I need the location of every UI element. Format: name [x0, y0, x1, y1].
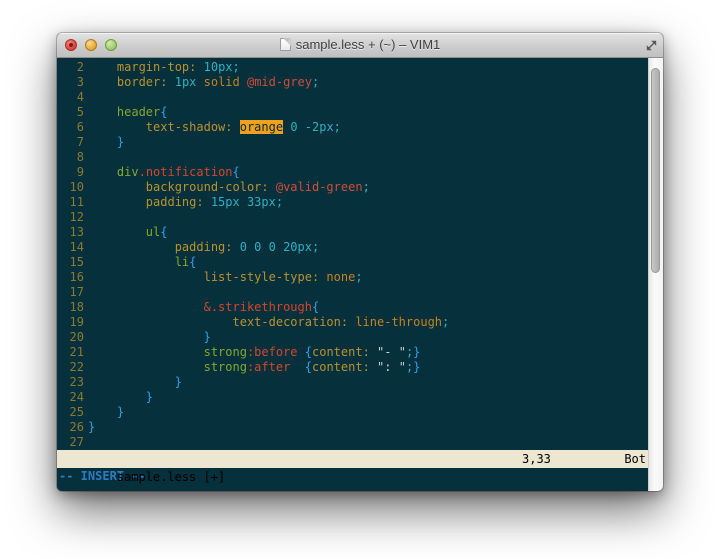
line-number: 6 — [57, 120, 84, 135]
code-text: border: 1px solid @mid-grey; — [84, 75, 319, 90]
code-line: 15 li{ — [57, 255, 648, 270]
code-line: 2 margin-top: 10px; — [57, 60, 648, 75]
line-number: 10 — [57, 180, 84, 195]
code-line: 22 strong:after {content: ": ";} — [57, 360, 648, 375]
line-number: 8 — [57, 150, 84, 165]
code-line: 5 header{ — [57, 105, 648, 120]
code-text: padding: 15px 33px; — [84, 195, 283, 210]
code-line: 10 background-color: @valid-green; — [57, 180, 648, 195]
line-number: 9 — [57, 165, 84, 180]
code-line: 13 ul{ — [57, 225, 648, 240]
line-number: 12 — [57, 210, 84, 225]
line-number: 21 — [57, 345, 84, 360]
minimize-button[interactable] — [85, 39, 97, 51]
code-text: header{ — [84, 105, 168, 120]
code-line: 16 list-style-type: none; — [57, 270, 648, 285]
code-text: text-decoration: line-through; — [84, 315, 449, 330]
line-number: 5 — [57, 105, 84, 120]
line-number: 26 — [57, 420, 84, 435]
code-text: text-shadow: orange 0 -2px; — [84, 120, 341, 135]
code-text: } — [84, 405, 124, 420]
line-number: 16 — [57, 270, 84, 285]
code-text: div.notification{ — [84, 165, 240, 180]
statusline-ruler: 3,33 — [522, 450, 551, 468]
code-line: 12 — [57, 210, 648, 225]
code-line: 27 — [57, 435, 648, 450]
vim-statusline: sample.less [+] 3,33 Bot — [57, 450, 648, 468]
line-number: 3 — [57, 75, 84, 90]
code-line: 9 div.notification{ — [57, 165, 648, 180]
statusline-scroll-position: Bot — [624, 450, 646, 468]
statusline-filename: sample.less [+] — [117, 470, 225, 484]
line-number: 25 — [57, 405, 84, 420]
line-number: 11 — [57, 195, 84, 210]
line-number: 22 — [57, 360, 84, 375]
code-text: strong:before {content: "- ";} — [84, 345, 420, 360]
code-text: strong:after {content: ": ";} — [84, 360, 420, 375]
code-text: &.strikethrough{ — [84, 300, 319, 315]
code-text: ul{ — [84, 225, 167, 240]
window-titlebar[interactable]: sample.less + (~) – VIM1 — [57, 33, 663, 58]
titlebar-center: sample.less + (~) – VIM1 — [57, 33, 663, 56]
window-content: 2 margin-top: 10px;3 border: 1px solid @… — [57, 58, 663, 491]
line-number: 24 — [57, 390, 84, 405]
code-line: 3 border: 1px solid @mid-grey; — [57, 75, 648, 90]
traffic-lights — [65, 39, 117, 51]
code-line: 11 padding: 15px 33px; — [57, 195, 648, 210]
code-line: 4 — [57, 90, 648, 105]
line-number: 2 — [57, 60, 84, 75]
code-line: 18 &.strikethrough{ — [57, 300, 648, 315]
line-number: 7 — [57, 135, 84, 150]
fullscreen-icon[interactable] — [646, 40, 657, 51]
code-line: 19 text-decoration: line-through; — [57, 315, 648, 330]
line-number: 18 — [57, 300, 84, 315]
close-button[interactable] — [65, 39, 77, 51]
line-number: 19 — [57, 315, 84, 330]
document-icon — [280, 38, 291, 51]
code-text: margin-top: 10px; — [84, 60, 240, 75]
scrollbar-track[interactable] — [648, 58, 663, 491]
code-area[interactable]: 2 margin-top: 10px;3 border: 1px solid @… — [57, 58, 648, 450]
code-line: 14 padding: 0 0 0 20px; — [57, 240, 648, 255]
line-number: 14 — [57, 240, 84, 255]
line-number: 4 — [57, 90, 84, 105]
code-text — [84, 285, 88, 300]
code-line: 20 } — [57, 330, 648, 345]
code-text: } — [84, 420, 95, 435]
code-line: 6 text-shadow: orange 0 -2px; — [57, 120, 648, 135]
code-text: } — [84, 330, 211, 345]
code-line: 23 } — [57, 375, 648, 390]
macvim-window: sample.less + (~) – VIM1 2 margin-top: 1… — [57, 33, 663, 491]
line-number: 15 — [57, 255, 84, 270]
line-number: 20 — [57, 330, 84, 345]
line-number: 17 — [57, 285, 84, 300]
vim-terminal: 2 margin-top: 10px;3 border: 1px solid @… — [57, 58, 648, 491]
code-text: background-color: @valid-green; — [84, 180, 370, 195]
code-text: } — [84, 390, 153, 405]
code-text — [84, 435, 88, 450]
code-text: list-style-type: none; — [84, 270, 363, 285]
code-text: } — [84, 375, 182, 390]
code-line: 25 } — [57, 405, 648, 420]
code-text — [84, 210, 88, 225]
code-line: 26} — [57, 420, 648, 435]
code-text: } — [84, 135, 124, 150]
code-text: li{ — [84, 255, 196, 270]
code-line: 8 — [57, 150, 648, 165]
code-text: padding: 0 0 0 20px; — [84, 240, 319, 255]
window-title: sample.less + (~) – VIM1 — [296, 37, 441, 52]
scrollbar-thumb[interactable] — [651, 68, 660, 273]
line-number: 23 — [57, 375, 84, 390]
zoom-button[interactable] — [105, 39, 117, 51]
search-highlight: orange — [240, 120, 283, 134]
line-number: 13 — [57, 225, 84, 240]
code-line: 7 } — [57, 135, 648, 150]
code-text — [84, 150, 88, 165]
code-line: 24 } — [57, 390, 648, 405]
code-line: 21 strong:before {content: "- ";} — [57, 345, 648, 360]
code-text — [84, 90, 88, 105]
line-number: 27 — [57, 435, 84, 450]
code-line: 17 — [57, 285, 648, 300]
